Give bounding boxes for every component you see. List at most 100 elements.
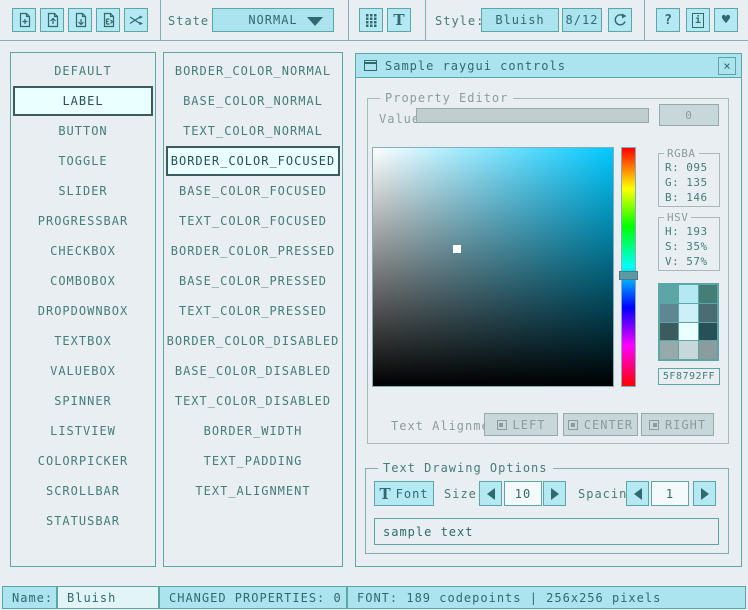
list-item-scrollbar[interactable]: SCROLLBAR bbox=[11, 476, 155, 506]
style-color-swatch[interactable] bbox=[679, 323, 697, 341]
randomize-style-button[interactable] bbox=[124, 8, 148, 32]
style-color-swatch[interactable] bbox=[679, 304, 697, 322]
export-style-button[interactable] bbox=[96, 8, 120, 32]
list-item-text_color_disabled[interactable]: TEXT_COLOR_DISABLED bbox=[164, 386, 342, 416]
list-item-text_color_pressed[interactable]: TEXT_COLOR_PRESSED bbox=[164, 296, 342, 326]
list-item-text_alignment[interactable]: TEXT_ALIGNMENT bbox=[164, 476, 342, 506]
list-item-text_color_normal[interactable]: TEXT_COLOR_NORMAL bbox=[164, 116, 342, 146]
style-color-swatch[interactable] bbox=[660, 304, 678, 322]
style-color-swatch[interactable] bbox=[660, 341, 678, 359]
style-table-button[interactable] bbox=[359, 8, 383, 32]
property-value: 0 bbox=[685, 109, 693, 122]
help-button[interactable]: ? bbox=[656, 8, 680, 32]
align-right-icon bbox=[649, 420, 659, 430]
sponsor-button[interactable]: ♥ bbox=[714, 8, 738, 32]
changed-properties-text: CHANGED PROPERTIES: 0 bbox=[169, 591, 342, 605]
list-item-base_color_focused[interactable]: BASE_COLOR_FOCUSED bbox=[164, 176, 342, 206]
style-color-swatch[interactable] bbox=[679, 285, 697, 303]
list-item-spinner[interactable]: SPINNER bbox=[11, 386, 155, 416]
list-item-progressbar[interactable]: PROGRESSBAR bbox=[11, 206, 155, 236]
list-item-border_color_pressed[interactable]: BORDER_COLOR_PRESSED bbox=[164, 236, 342, 266]
style-name-text: Bluish bbox=[67, 591, 116, 605]
style-color-swatch[interactable] bbox=[660, 323, 678, 341]
list-item-base_color_pressed[interactable]: BASE_COLOR_PRESSED bbox=[164, 266, 342, 296]
list-item-combobox[interactable]: COMBOBOX bbox=[11, 266, 155, 296]
reload-style-button[interactable] bbox=[608, 8, 632, 32]
close-button[interactable]: × bbox=[718, 57, 736, 75]
style-label: Style: bbox=[435, 14, 484, 28]
size-value-box[interactable]: 10 bbox=[504, 481, 542, 506]
new-style-button[interactable] bbox=[12, 8, 36, 32]
list-item-checkbox[interactable]: CHECKBOX bbox=[11, 236, 155, 266]
list-item-colorpicker[interactable]: COLORPICKER bbox=[11, 446, 155, 476]
hue-bar-handle[interactable] bbox=[619, 271, 638, 280]
list-item-toggle[interactable]: TOGGLE bbox=[11, 146, 155, 176]
hue-bar[interactable] bbox=[622, 148, 635, 386]
style-color-swatch[interactable] bbox=[699, 304, 717, 322]
style-name-input[interactable]: Bluish bbox=[57, 586, 159, 609]
list-item-slider[interactable]: SLIDER bbox=[11, 176, 155, 206]
toolbar: State: NORMAL T Style: Bluish 8/12 bbox=[0, 0, 748, 41]
style-color-swatch[interactable] bbox=[699, 323, 717, 341]
style-color-swatch[interactable] bbox=[699, 285, 717, 303]
text-tool-icon: T bbox=[393, 11, 404, 29]
color-picker-panel[interactable] bbox=[373, 148, 613, 386]
hex-value-box[interactable]: 5F8792FF bbox=[658, 368, 720, 385]
list-item-valuebox[interactable]: VALUEBOX bbox=[11, 356, 155, 386]
spacing-increment-button[interactable] bbox=[693, 481, 716, 506]
font-preview-button[interactable]: T bbox=[387, 8, 411, 32]
list-item-label[interactable]: LABEL bbox=[13, 86, 153, 116]
align-left-label: LEFT bbox=[513, 418, 546, 432]
list-item-statusbar[interactable]: STATUSBAR bbox=[11, 506, 155, 536]
font-T-icon: T bbox=[379, 485, 390, 503]
value-row: H:193 bbox=[665, 225, 719, 240]
spacing-value-box[interactable]: 1 bbox=[651, 481, 689, 506]
file-save-icon bbox=[72, 12, 88, 28]
chevron-down-icon bbox=[307, 17, 323, 26]
style-counter-button[interactable]: 8/12 bbox=[562, 8, 602, 32]
list-item-border_color_normal[interactable]: BORDER_COLOR_NORMAL bbox=[164, 56, 342, 86]
value-row: V:57% bbox=[665, 255, 719, 270]
style-color-swatch[interactable] bbox=[699, 341, 717, 359]
list-item-border_color_disabled[interactable]: BORDER_COLOR_DISABLED bbox=[164, 326, 342, 356]
list-item-base_color_normal[interactable]: BASE_COLOR_NORMAL bbox=[164, 86, 342, 116]
color-picker-cursor[interactable] bbox=[453, 245, 461, 253]
size-value: 10 bbox=[515, 487, 531, 501]
spacing-decrement-button[interactable] bbox=[626, 481, 649, 506]
list-item-listview[interactable]: LISTVIEW bbox=[11, 416, 155, 446]
list-item-button[interactable]: BUTTON bbox=[11, 116, 155, 146]
style-name-button[interactable]: Bluish bbox=[481, 8, 559, 32]
font-info-text: FONT: 189 codepoints | 256x256 pixels bbox=[357, 591, 661, 605]
load-style-button[interactable] bbox=[40, 8, 64, 32]
list-item-default[interactable]: DEFAULT bbox=[11, 56, 155, 86]
font-button-label: Font bbox=[396, 487, 429, 501]
rgba-values: R:095G:135B:146 bbox=[665, 161, 719, 206]
list-item-dropdownbox[interactable]: DROPDOWNBOX bbox=[11, 296, 155, 326]
size-increment-button[interactable] bbox=[543, 481, 566, 506]
reload-icon bbox=[612, 12, 628, 28]
list-item-text_color_focused[interactable]: TEXT_COLOR_FOCUSED bbox=[164, 206, 342, 236]
rgba-group: RGBA R:095G:135B:146 bbox=[658, 153, 720, 207]
list-item-textbox[interactable]: TEXTBOX bbox=[11, 326, 155, 356]
list-item-border_width[interactable]: BORDER_WIDTH bbox=[164, 416, 342, 446]
list-item-base_color_disabled[interactable]: BASE_COLOR_DISABLED bbox=[164, 356, 342, 386]
info-button[interactable]: i bbox=[686, 8, 710, 32]
list-item-text_padding[interactable]: TEXT_PADDING bbox=[164, 446, 342, 476]
style-name-value: Bluish bbox=[495, 13, 544, 27]
size-decrement-button[interactable] bbox=[479, 481, 502, 506]
font-button[interactable]: T Font bbox=[374, 481, 434, 506]
list-item-border_color_focused[interactable]: BORDER_COLOR_FOCUSED bbox=[166, 146, 340, 176]
style-counter-value: 8/12 bbox=[566, 13, 599, 27]
state-dropdown[interactable]: NORMAL bbox=[212, 8, 334, 32]
file-new-icon bbox=[16, 12, 32, 28]
arrow-right-icon bbox=[551, 488, 559, 500]
text-options-group-label: Text Drawing Options bbox=[378, 461, 553, 475]
save-style-button[interactable] bbox=[68, 8, 92, 32]
window-icon bbox=[364, 60, 377, 71]
arrow-left-icon bbox=[634, 488, 642, 500]
style-color-swatch[interactable] bbox=[660, 285, 678, 303]
sample-text-input[interactable]: sample text bbox=[374, 518, 719, 545]
hsv-group-label: HSV bbox=[664, 211, 691, 224]
style-color-swatch[interactable] bbox=[679, 341, 697, 359]
font-info-status: FONT: 189 codepoints | 256x256 pixels bbox=[347, 586, 746, 609]
